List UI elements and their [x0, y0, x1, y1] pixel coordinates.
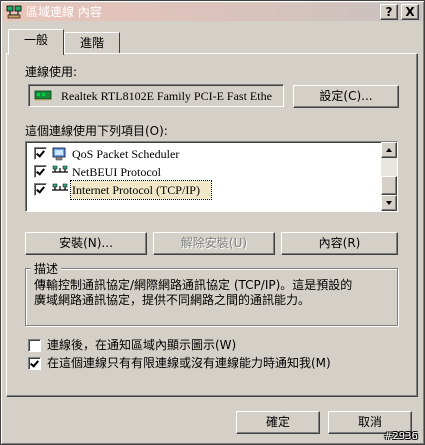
component-label: Internet Protocol (TCP/IP): [72, 183, 200, 197]
components-list[interactable]: QoS Packet Scheduler NetBEUI Protocol In…: [25, 141, 398, 212]
window-title: 區域連線 內容: [26, 5, 102, 19]
install-button[interactable]: 安裝(N)...: [25, 232, 147, 255]
scroll-down-button[interactable]: [381, 195, 397, 211]
list-item-selected[interactable]: Internet Protocol (TCP/IP): [28, 180, 380, 200]
description-title: 描述: [31, 261, 62, 277]
component-checkbox[interactable]: [34, 147, 47, 160]
configure-button[interactable]: 設定(C)...: [293, 85, 399, 108]
network-protocol-icon: [52, 165, 68, 173]
component-label: NetBEUI Protocol: [72, 165, 161, 179]
scheduler-icon: [52, 147, 66, 161]
show-icon-label[interactable]: 連線後，在通知區域內顯示圖示(W): [47, 337, 236, 353]
tab-general[interactable]: 一般: [8, 29, 64, 55]
help-button[interactable]: ?: [380, 4, 398, 20]
network-adapter-icon: [34, 90, 52, 101]
watermark: #2936: [384, 431, 418, 442]
notify-checkbox[interactable]: [28, 357, 41, 370]
show-icon-checkbox[interactable]: [28, 339, 41, 352]
tab-join: [9, 54, 63, 56]
adapter-box: Realtek RTL8102E Family PCI-E Fast Ethe: [28, 84, 284, 107]
arrow-up-icon: [386, 148, 392, 152]
description-text-line2: 廣域網路通訊協定，提供不同網路之間的通訊能力。: [34, 293, 311, 307]
list-item[interactable]: NetBEUI Protocol: [28, 163, 380, 181]
list-scrollbar[interactable]: [381, 142, 397, 211]
scroll-up-button[interactable]: [381, 142, 397, 158]
description-text-line1: 傳輸控制通訊協定/網際網路通訊協定 (TCP/IP)。這是預設的: [34, 278, 353, 292]
list-item[interactable]: QoS Packet Scheduler: [28, 145, 380, 163]
component-label: QoS Packet Scheduler: [72, 147, 180, 161]
arrow-down-icon: [386, 201, 392, 205]
connect-using-label: 連線使用:: [25, 65, 78, 79]
uninstall-button[interactable]: 解除安裝(U): [153, 232, 275, 255]
notify-label[interactable]: 在這個連線只有有限連線或沒有連線能力時通知我(M): [47, 355, 331, 371]
close-button[interactable]: X: [401, 4, 419, 20]
component-checkbox[interactable]: [34, 165, 47, 178]
properties-button[interactable]: 內容(R): [281, 232, 398, 255]
tab-advanced[interactable]: 進階: [64, 32, 120, 54]
adapter-name: Realtek RTL8102E Family PCI-E Fast Ethe: [61, 89, 272, 103]
scroll-thumb[interactable]: [381, 176, 397, 195]
component-checkbox[interactable]: [34, 183, 47, 196]
network-connection-icon: [6, 5, 22, 19]
ok-button[interactable]: 確定: [236, 411, 320, 434]
components-label: 這個連線使用下列項目(O):: [25, 124, 168, 138]
network-protocol-icon: [52, 183, 68, 191]
